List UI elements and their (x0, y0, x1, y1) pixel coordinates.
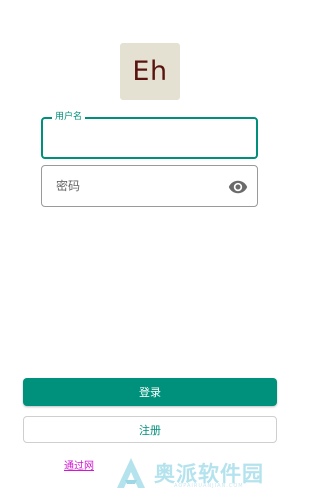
eye-icon[interactable] (228, 177, 248, 197)
username-input[interactable] (43, 119, 256, 157)
login-button[interactable]: 登录 (23, 378, 277, 406)
web-login-link[interactable]: 通过网 (64, 457, 94, 472)
watermark: 奥派软件园 AOPAIRUANJIAN.COM (114, 456, 294, 492)
login-screen: Eh 用户名 登录 注册 通过网 奥派软件园 AOPAIRUANJIAN.COM (0, 0, 300, 500)
username-field[interactable]: 用户名 (41, 111, 258, 159)
password-field[interactable] (41, 165, 258, 207)
watermark-logo-icon (117, 458, 145, 488)
register-button-label: 注册 (139, 423, 161, 437)
app-logo: Eh (120, 43, 180, 100)
login-button-label: 登录 (139, 386, 161, 399)
register-button[interactable]: 注册 (23, 416, 277, 443)
watermark-subtext: AOPAIRUANJIAN.COM (174, 483, 244, 489)
password-input[interactable] (42, 166, 257, 206)
app-logo-text: Eh (132, 56, 168, 87)
